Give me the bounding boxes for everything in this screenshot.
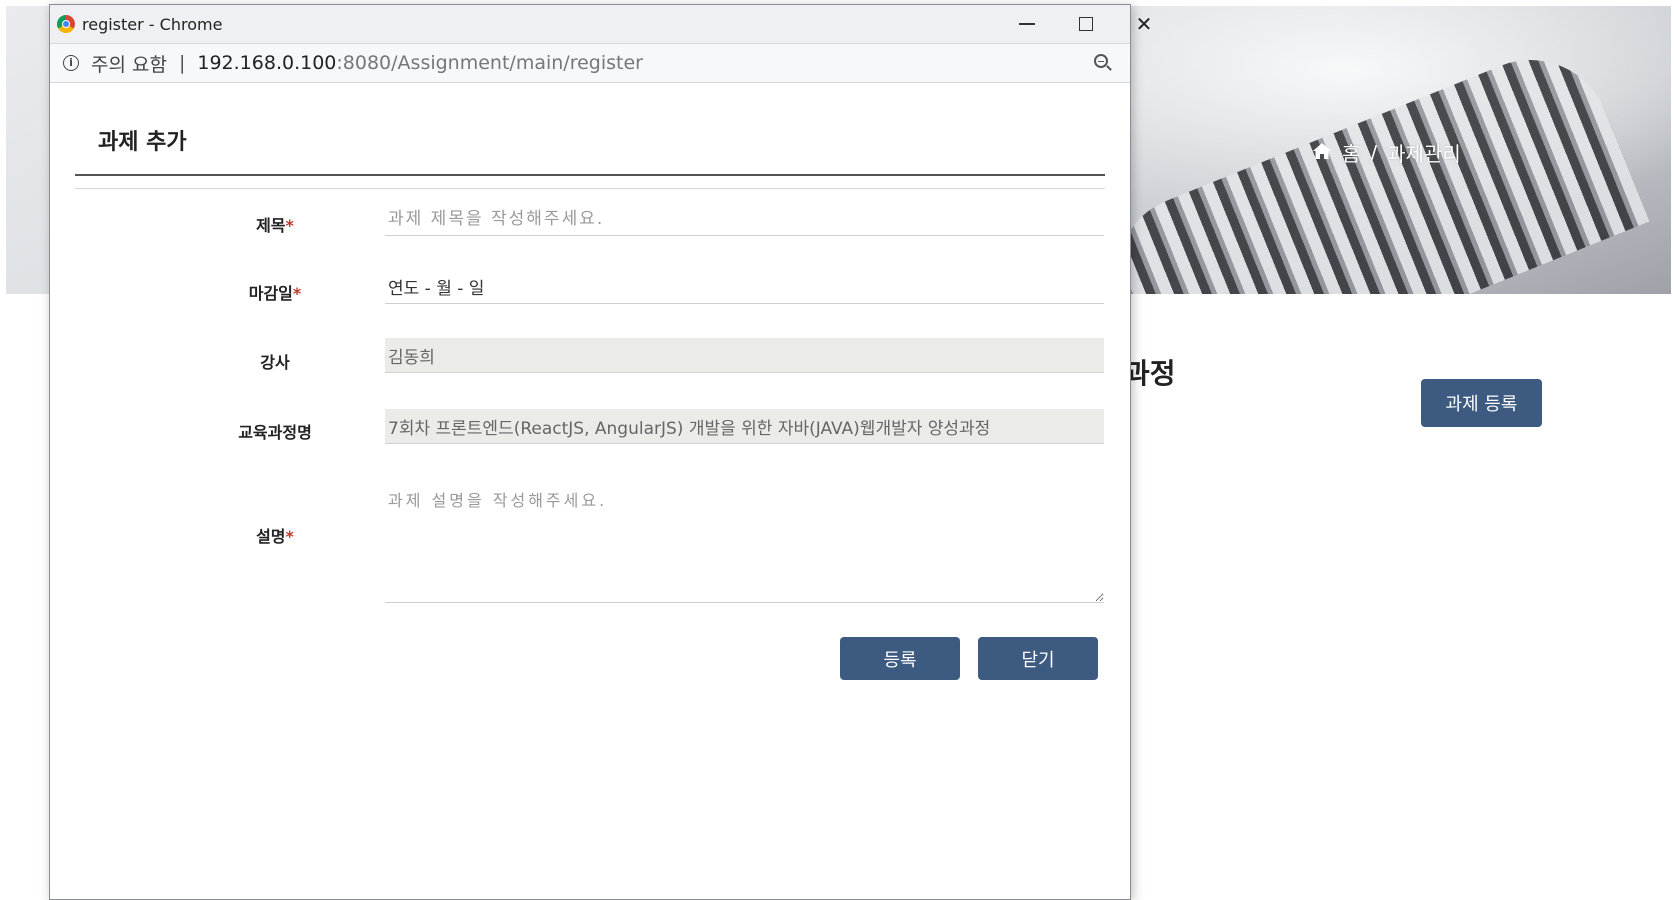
course-label-text: 교육과정명 xyxy=(238,423,312,442)
close-button[interactable]: 닫기 xyxy=(978,637,1098,680)
address-separator: | xyxy=(178,52,186,74)
window-title: register - Chrome xyxy=(82,14,223,34)
url-path: :8080/Assignment/main/register xyxy=(336,52,643,74)
breadcrumb-separator: / xyxy=(1370,140,1378,165)
info-icon[interactable]: i xyxy=(63,55,79,71)
minimize-button[interactable] xyxy=(999,5,1055,43)
description-textarea[interactable] xyxy=(385,483,1104,603)
course-field-label: 교육과정명 xyxy=(170,419,380,443)
instructor-field-label: 강사 xyxy=(170,349,380,373)
instructor-readonly-input xyxy=(385,338,1104,373)
required-mark: * xyxy=(285,216,294,235)
description-field-label: 설명* xyxy=(170,523,380,547)
breadcrumb: 홈 / 과제관리 xyxy=(1312,138,1461,167)
instructor-label-text: 강사 xyxy=(260,353,290,372)
form-title: 과제 추가 xyxy=(98,130,187,155)
breadcrumb-home-link[interactable]: 홈 xyxy=(1342,138,1360,167)
add-assignment-button[interactable]: 과제 등록 xyxy=(1421,379,1542,427)
description-label-text: 설명 xyxy=(256,527,286,546)
title-label-text: 제목 xyxy=(256,216,286,235)
deadline-field-label: 마감일* xyxy=(170,280,380,304)
title-divider xyxy=(75,174,1105,176)
required-mark: * xyxy=(285,527,294,546)
minimize-icon xyxy=(1019,23,1035,25)
title-divider-light xyxy=(75,188,1105,189)
home-icon[interactable] xyxy=(1312,141,1332,165)
close-icon: ✕ xyxy=(1135,12,1153,36)
title-input[interactable] xyxy=(385,202,1104,236)
title-field-label: 제목* xyxy=(170,212,380,236)
page-heading-fragment: 과정 xyxy=(1124,357,1176,390)
address-bar[interactable]: i 주의 요함 | 192.168.0.100:8080/Assignment/… xyxy=(50,43,1130,83)
breadcrumb-current: 과제관리 xyxy=(1387,142,1461,166)
window-titlebar[interactable]: register - Chrome ✕ xyxy=(50,5,1152,43)
chrome-icon xyxy=(57,15,75,33)
deadline-label-text: 마감일 xyxy=(248,284,293,303)
security-warning-label[interactable]: 주의 요함 xyxy=(91,50,167,77)
url-host: 192.168.0.100 xyxy=(197,52,337,74)
close-window-button[interactable]: ✕ xyxy=(1116,5,1172,43)
popup-window: register - Chrome ✕ i 주의 요함 | 192.168.0.… xyxy=(49,4,1152,900)
required-mark: * xyxy=(292,284,302,303)
submit-button[interactable]: 등록 xyxy=(840,637,960,680)
maximize-button[interactable] xyxy=(1058,5,1114,43)
maximize-icon xyxy=(1079,17,1093,31)
course-name-readonly-input xyxy=(385,409,1104,444)
zoom-out-icon[interactable] xyxy=(1094,54,1108,68)
deadline-date-input[interactable] xyxy=(385,270,1104,304)
